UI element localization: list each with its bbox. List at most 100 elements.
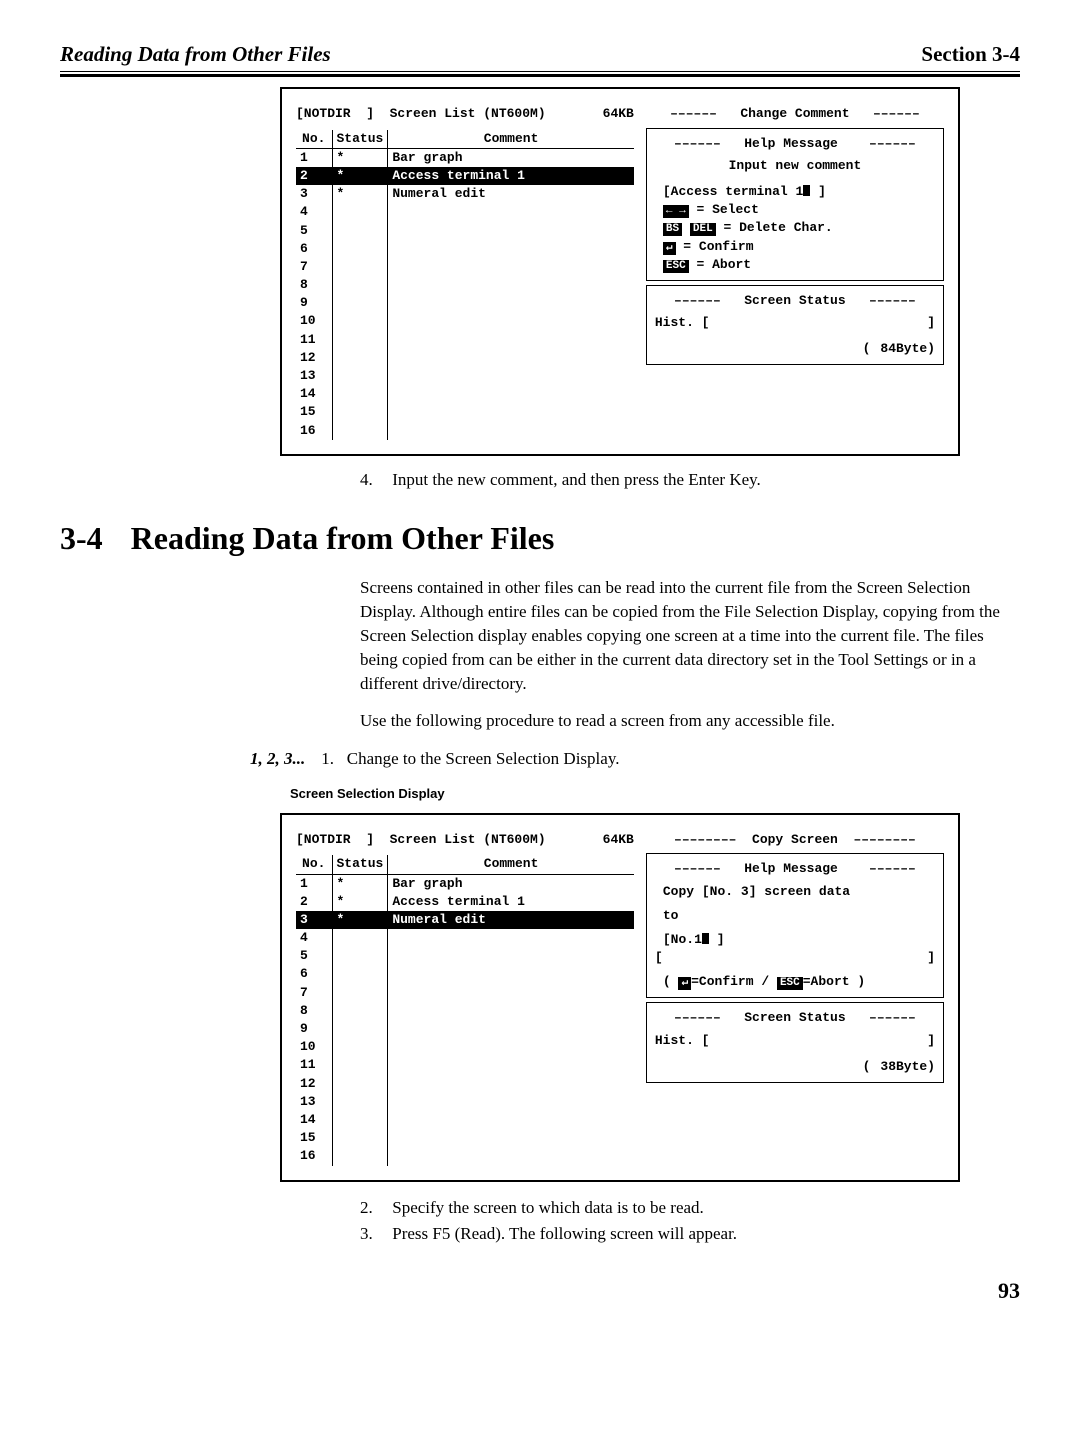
step-3-num: 3.	[360, 1222, 388, 1246]
col-no: No.	[296, 855, 332, 874]
confirm-text: =Confirm /	[691, 974, 777, 989]
table-row: 2*Access terminal 1	[296, 167, 634, 185]
bracket-close: ]	[927, 949, 935, 967]
fig2-title-right: 64KB	[603, 831, 634, 849]
paren-open: (	[663, 974, 679, 989]
col-status: Status	[332, 130, 388, 149]
table-row: 7	[296, 258, 634, 276]
step-4-text: Input the new comment, and then press th…	[392, 470, 761, 489]
esc-key-icon: ESC	[777, 977, 803, 990]
table-row: 10	[296, 312, 634, 330]
fig1-right-title: –––––– Change Comment ––––––	[646, 105, 944, 123]
figure-1-screen: [NOTDIR ] Screen List (NT600M) 64KB No. …	[280, 87, 960, 455]
help-l2-pre: [Access terminal 1	[663, 184, 803, 199]
page-number: 93	[60, 1276, 1020, 1307]
fig2-right-title: –––––––– Copy Screen ––––––––	[646, 831, 944, 849]
arrow-left-right-key-icon: ← →	[663, 205, 689, 218]
help-l1: Input new comment	[655, 157, 935, 175]
byte-count: 84Byte)	[880, 340, 935, 358]
table-row: 8	[296, 1002, 634, 1020]
table-row: 13	[296, 367, 634, 385]
table-row: 2*Access terminal 1	[296, 893, 634, 911]
table-row: 8	[296, 276, 634, 294]
col-status: Status	[332, 855, 388, 874]
step-2-text: Specify the screen to which data is to b…	[392, 1198, 704, 1217]
table-row: 16	[296, 422, 634, 440]
section-title: Reading Data from Other Files	[131, 516, 555, 561]
steps-label: 1, 2, 3...	[250, 747, 305, 771]
table-row: 14	[296, 1111, 634, 1129]
fig1-help-box: –––––– Help Message –––––– Input new com…	[646, 128, 944, 281]
help-no-pre: [No.1	[663, 932, 702, 947]
running-head-right: Section 3-4	[921, 40, 1020, 69]
fig1-title-left: [NOTDIR ] Screen List (NT600M)	[296, 105, 546, 123]
section-number: 3-4	[60, 516, 103, 561]
col-comment: Comment	[388, 855, 634, 874]
hist-close: ]	[927, 314, 935, 332]
table-row: 4	[296, 929, 634, 947]
table-row: 9	[296, 1020, 634, 1038]
table-row: 12	[296, 349, 634, 367]
page-header: Reading Data from Other Files Section 3-…	[60, 40, 1020, 77]
del-key-icon: DEL	[690, 223, 716, 236]
fig1-table: No. Status Comment 1*Bar graph2*Access t…	[296, 130, 634, 440]
step-3-text: Press F5 (Read). The following screen wi…	[392, 1224, 737, 1243]
status-title: –––––– Screen Status ––––––	[655, 1009, 935, 1027]
status-title: –––––– Screen Status ––––––	[655, 292, 935, 310]
table-row: 16	[296, 1147, 634, 1165]
col-comment: Comment	[388, 130, 634, 149]
esc-key-icon: ESC	[663, 260, 689, 273]
table-row: 12	[296, 1075, 634, 1093]
section-heading: 3-4 Reading Data from Other Files	[60, 516, 1020, 561]
fig1-title-right: 64KB	[603, 105, 634, 123]
table-row: 5	[296, 222, 634, 240]
abort-label: = Abort	[689, 257, 751, 272]
paren-open: (	[863, 1058, 871, 1076]
fig2-status-box: –––––– Screen Status –––––– Hist. [ ] ( …	[646, 1002, 944, 1083]
enter-key-icon: ↵	[678, 977, 691, 990]
section-p1: Screens contained in other files can be …	[360, 576, 1020, 695]
table-row: 11	[296, 1056, 634, 1074]
hist-label: Hist. [	[655, 1032, 710, 1050]
table-row: 4	[296, 203, 634, 221]
table-row: 15	[296, 403, 634, 421]
table-row: 11	[296, 331, 634, 349]
step-4-num: 4.	[360, 468, 388, 492]
delete-label: = Delete Char.	[716, 220, 833, 235]
table-row: 14	[296, 385, 634, 403]
table-row: 1*Bar graph	[296, 874, 634, 893]
help-copy-line: Copy [No. 3] screen data	[663, 883, 935, 901]
running-head-left: Reading Data from Other Files	[60, 40, 331, 69]
table-row: 15	[296, 1129, 634, 1147]
select-label: = Select	[689, 202, 759, 217]
paren-open: (	[863, 340, 871, 358]
fig2-caption: Screen Selection Display	[290, 785, 1020, 803]
text-cursor-icon	[702, 933, 709, 944]
abort-text: =Abort )	[803, 974, 865, 989]
step-2-num: 2.	[360, 1196, 388, 1220]
fig2-table: No. Status Comment 1*Bar graph2*Access t…	[296, 855, 634, 1165]
bracket-open: [	[655, 949, 663, 967]
byte-count: 38Byte)	[880, 1058, 935, 1076]
table-row: 1*Bar graph	[296, 148, 634, 167]
section-p2: Use the following procedure to read a sc…	[360, 709, 1020, 733]
table-row: 3*Numeral edit	[296, 185, 634, 203]
table-row: 3*Numeral edit	[296, 911, 634, 929]
table-row: 7	[296, 984, 634, 1002]
step-4: 4. Input the new comment, and then press…	[360, 468, 1020, 492]
step-1-text: Change to the Screen Selection Display.	[347, 749, 620, 768]
table-row: 9	[296, 294, 634, 312]
help-to: to	[663, 907, 935, 925]
help-title: –––––– Help Message ––––––	[655, 135, 935, 153]
fig2-title-left: [NOTDIR ] Screen List (NT600M)	[296, 831, 546, 849]
table-row: 13	[296, 1093, 634, 1111]
help-title: –––––– Help Message ––––––	[655, 860, 935, 878]
end-steps: 2. Specify the screen to which data is t…	[360, 1196, 1020, 1247]
steps-row: 1, 2, 3... 1. Change to the Screen Selec…	[250, 747, 1020, 771]
fig2-help-box: –––––– Help Message –––––– Copy [No. 3] …	[646, 853, 944, 998]
fig1-status-box: –––––– Screen Status –––––– Hist. [ ] ( …	[646, 285, 944, 366]
table-row: 6	[296, 965, 634, 983]
step-1-num: 1.	[321, 749, 334, 768]
table-row: 10	[296, 1038, 634, 1056]
confirm-label: = Confirm	[676, 239, 754, 254]
